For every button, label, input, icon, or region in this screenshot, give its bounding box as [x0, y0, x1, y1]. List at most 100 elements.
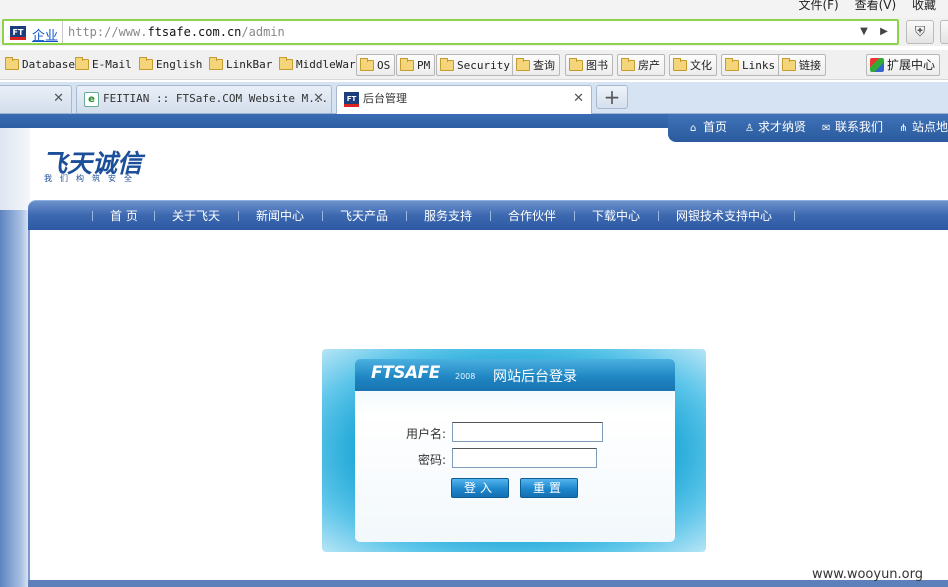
toplink-contact-label: 联系我们 [835, 120, 884, 134]
nav-separator [322, 211, 323, 221]
folder-icon [360, 58, 374, 71]
bookmark-11[interactable]: 文化 [669, 54, 717, 76]
address-bar[interactable]: FT 企业 http://www.ftsafe.com.cn/admin ▼ ▶ [2, 19, 899, 45]
folder-icon [440, 58, 454, 71]
folder-icon [75, 57, 89, 70]
nav-item-3[interactable]: 飞天产品 [340, 207, 388, 224]
login-submit-button[interactable]: 登入 [451, 478, 509, 498]
nav-separator [794, 211, 795, 221]
menu-favorites[interactable]: 收藏 [912, 0, 936, 12]
browser-tab-0[interactable]: ✕ [0, 85, 72, 113]
bookmark-2[interactable]: English [136, 54, 206, 76]
nav-item-7[interactable]: 网银技术支持中心 [676, 207, 772, 224]
url-path: /admin [241, 25, 285, 39]
close-icon[interactable]: ✕ [313, 86, 324, 112]
bookmark-label: 链接 [799, 59, 821, 72]
bookmark-4[interactable]: MiddleWar [276, 54, 360, 76]
person-icon: ♙ [745, 123, 754, 134]
bookmark-6[interactable]: PM [396, 54, 436, 76]
bookmark-label: 文化 [690, 59, 712, 72]
site-favicon-icon: FT [10, 26, 26, 40]
username-input[interactable] [452, 422, 603, 442]
nav-item-5[interactable]: 合作伙伴 [508, 207, 556, 224]
bookmark-label: 查询 [533, 59, 555, 72]
nav-separator [238, 211, 239, 221]
bookmark-12[interactable]: Links [721, 54, 781, 76]
close-icon[interactable]: ✕ [573, 86, 584, 112]
bookmark-8[interactable]: 查询 [512, 54, 560, 76]
username-label: 用户名: [406, 427, 447, 441]
bookmark-5[interactable]: OS [356, 54, 396, 76]
nav-separator [658, 211, 659, 221]
nav-item-4[interactable]: 服务支持 [424, 207, 472, 224]
menu-view[interactable]: 查看(V) [855, 0, 897, 12]
toplink-sitemap[interactable]: ⋔ 站点地 [899, 118, 948, 135]
page-bottom-band [28, 580, 948, 587]
web-page: ⌂ 首页 ♙ 求才纳贤 ✉ 联系我们 ⋔ 站点地 飞天诚信 我们构筑安全 首 页 关于飞天… [0, 114, 948, 587]
bookmark-label: Database [22, 58, 75, 71]
nav-separator [154, 211, 155, 221]
folder-icon [400, 58, 414, 71]
close-icon[interactable]: ✕ [53, 86, 64, 112]
bookmark-label: Security [457, 59, 510, 72]
bookmark-label: 房产 [638, 59, 660, 72]
tab-title: FEITIAN :: FTSafe.COM Website M... [103, 92, 329, 105]
folder-icon [673, 58, 687, 71]
home-icon: ⌂ [690, 123, 697, 134]
toplink-careers[interactable]: ♙ 求才纳贤 [745, 118, 806, 135]
toplink-sitemap-label: 站点地 [912, 120, 948, 134]
nav-item-2[interactable]: 新闻中心 [256, 207, 304, 224]
url-field[interactable]: http://www.ftsafe.com.cn/admin [68, 25, 285, 39]
bookmark-10[interactable]: 房产 [617, 54, 665, 76]
ie-page-icon: e [84, 92, 99, 107]
login-reset-button[interactable]: 重置 [520, 478, 578, 498]
bookmark-9[interactable]: 图书 [565, 54, 613, 76]
bookmark-13[interactable]: 链接 [778, 54, 826, 76]
toolbar-extra-button[interactable] [940, 20, 948, 44]
site-identity-label[interactable]: 企业 [32, 25, 58, 44]
browser-tab-1[interactable]: e FEITIAN :: FTSafe.COM Website M... ✕ [76, 85, 332, 113]
toplink-careers-label: 求才纳贤 [758, 120, 807, 134]
browser-tab-2[interactable]: FT 后台管理 ✕ [336, 85, 592, 114]
sitemap-icon: ⋔ [899, 123, 908, 134]
folder-icon [782, 58, 796, 71]
bookmark-label: LinkBar [226, 58, 273, 71]
bookmark-7[interactable]: Security [436, 54, 515, 76]
nav-item-1[interactable]: 关于飞天 [172, 207, 220, 224]
nav-item-6[interactable]: 下载中心 [592, 207, 640, 224]
tab-strip: ✕ e FEITIAN :: FTSafe.COM Website M... ✕ FT 后… [0, 82, 948, 114]
folder-icon [209, 57, 223, 70]
url-prefix: http://www. [68, 25, 148, 39]
nav-separator [490, 211, 491, 221]
nav-separator [92, 211, 93, 221]
site-logo[interactable]: 飞天诚信 我们构筑安全 [42, 144, 182, 184]
folder-icon [5, 57, 19, 70]
left-gutter-lower [0, 210, 30, 587]
bookmark-3[interactable]: LinkBar [206, 54, 276, 76]
bookmark-0[interactable]: Database [2, 54, 79, 76]
password-input[interactable] [452, 448, 597, 468]
watermark: www.wooyun.org [812, 567, 924, 582]
toplink-home-label: 首页 [703, 120, 728, 134]
toplink-contact[interactable]: ✉ 联系我们 [822, 118, 883, 135]
browser-menu: 文件(F) 查看(V) 收藏 [798, 0, 948, 13]
bookmarks-bar: Database E-Mail English LinkBar MiddleWar OS P… [0, 50, 948, 80]
address-row: FT 企业 http://www.ftsafe.com.cn/admin ▼ ▶ [0, 18, 948, 46]
toplink-home[interactable]: ⌂ 首页 [690, 118, 727, 135]
login-header: FTSAFE 2008 网站后台登录 [355, 359, 675, 391]
bookmark-label: English [156, 58, 203, 71]
login-panel: FTSAFE 2008 网站后台登录 用户名: 密码: 登入 重置 [355, 359, 675, 542]
bookmark-1[interactable]: E-Mail [72, 54, 136, 76]
bookmark-label: E-Mail [92, 58, 132, 71]
address-separator [62, 21, 63, 43]
login-title: 网站后台登录 [493, 369, 577, 385]
shield-button[interactable]: ⛨ [906, 20, 934, 44]
login-year: 2008 [455, 372, 476, 381]
go-arrow-icon[interactable]: ▶ [877, 24, 891, 40]
extension-center-button[interactable]: 扩展中心 [866, 54, 941, 76]
new-tab-button[interactable]: + [596, 85, 628, 109]
nav-item-0[interactable]: 首 页 [110, 207, 138, 224]
menu-file[interactable]: 文件(F) [798, 0, 838, 12]
chevron-down-icon[interactable]: ▼ [857, 24, 871, 40]
folder-icon [621, 58, 635, 71]
